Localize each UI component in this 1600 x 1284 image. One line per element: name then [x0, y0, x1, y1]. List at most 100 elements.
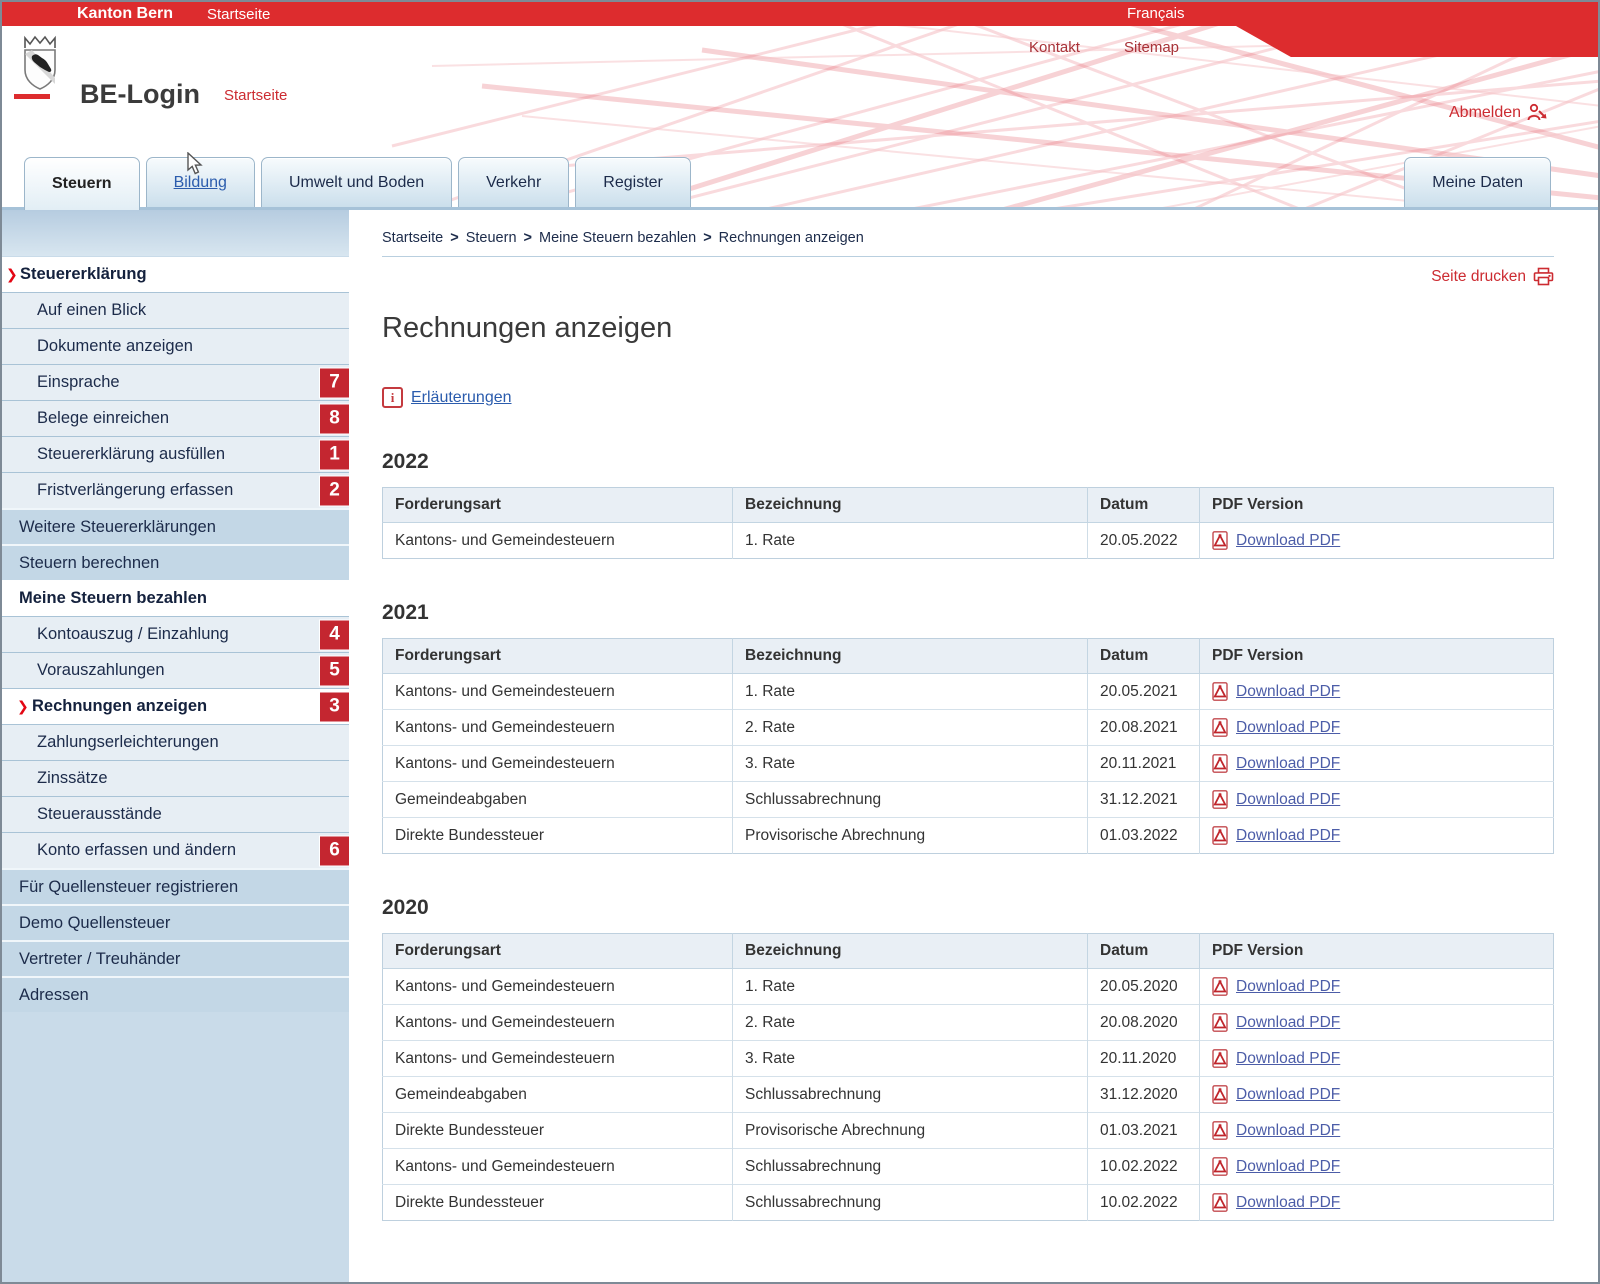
cell-forderungsart: Kantons- und Gemeindesteuern: [383, 674, 733, 710]
printer-icon[interactable]: [1533, 267, 1554, 286]
tab-umwelt-und-boden[interactable]: Umwelt und Boden: [261, 157, 452, 207]
download-pdf-link[interactable]: Download PDF: [1236, 1050, 1340, 1068]
cell-bezeichnung: Provisorische Abrechnung: [733, 818, 1088, 854]
cell-bezeichnung: Schlussabrechnung: [733, 782, 1088, 818]
sitemap-link[interactable]: Sitemap: [1124, 39, 1179, 56]
sidebar-item-vorauszahlungen[interactable]: Vorauszahlungen 5: [2, 652, 349, 688]
content-area: Startseite>Steuern>Meine Steuern bezahle…: [349, 210, 1598, 1284]
sidebar-item-label: Rechnungen anzeigen: [32, 697, 207, 716]
year-heading-2020: 2020: [382, 896, 1554, 920]
column-header-datum: Datum: [1088, 639, 1200, 674]
tab-label: Steuern: [52, 175, 112, 193]
download-pdf-link[interactable]: Download PDF: [1236, 719, 1340, 737]
breadcrumb-item-rechnungen-anzeigen: Rechnungen anzeigen: [719, 230, 864, 246]
download-pdf-link[interactable]: Download PDF: [1236, 1014, 1340, 1032]
download-pdf-link[interactable]: Download PDF: [1236, 1122, 1340, 1140]
sidebar-item-label: Belege einreichen: [37, 409, 169, 428]
tab-steuern[interactable]: Steuern: [24, 157, 140, 210]
sidebar-item-fristverl-ngerung-erfassen[interactable]: Fristverlängerung erfassen2: [2, 472, 349, 508]
sidebar-item-steuererkl-rung-ausf-llen[interactable]: Steuererklärung ausfüllen1: [2, 436, 349, 472]
table-header-row: ForderungsartBezeichnungDatumPDF Version: [383, 934, 1554, 969]
invoices-table-2022: ForderungsartBezeichnungDatumPDF Version…: [382, 487, 1554, 559]
print-row: Seite drucken: [382, 267, 1554, 286]
kontakt-link[interactable]: Kontakt: [1029, 39, 1080, 56]
header-startseite-link[interactable]: Startseite: [224, 87, 287, 104]
sidebar-item-label: Zinssätze: [37, 769, 108, 788]
language-francais-link[interactable]: Français: [1127, 5, 1185, 22]
table-row: Kantons- und Gemeindesteuern2. Rate20.08…: [383, 710, 1554, 746]
download-pdf-link[interactable]: Download PDF: [1236, 532, 1340, 550]
sidebar-item-adressen[interactable]: Adressen: [2, 976, 349, 1012]
download-pdf-link[interactable]: Download PDF: [1236, 1158, 1340, 1176]
column-header-bezeichnung: Bezeichnung: [733, 934, 1088, 969]
sidebar-item-steuererkl-rung[interactable]: ❯Steuererklärung: [2, 256, 349, 292]
cell-pdf-version: Download PDF: [1200, 782, 1554, 818]
topbar-startseite-link[interactable]: Startseite: [207, 6, 270, 23]
cell-forderungsart: Gemeindeabgaben: [383, 782, 733, 818]
sidebar-item-label: Adressen: [19, 986, 89, 1005]
sidebar-item-demo-quellensteuer[interactable]: Demo Quellensteuer: [2, 904, 349, 940]
sidebar-item-rechnungen-anzeigen[interactable]: ❯Rechnungen anzeigen3: [2, 688, 349, 724]
cell-datum: 31.12.2021: [1088, 782, 1200, 818]
download-pdf-link[interactable]: Download PDF: [1236, 978, 1340, 996]
download-pdf-link[interactable]: Download PDF: [1236, 791, 1340, 809]
cell-pdf-version: Download PDF: [1200, 523, 1554, 559]
sidebar-item-dokumente-anzeigen[interactable]: Dokumente anzeigen: [2, 328, 349, 364]
cell-pdf-version: Download PDF: [1200, 1185, 1554, 1221]
table-row: Kantons- und Gemeindesteuern2. Rate20.08…: [383, 1005, 1554, 1041]
sidebar-item-label: Dokumente anzeigen: [37, 337, 193, 356]
sidebar-item-kontoauszug-einzahlung[interactable]: Kontoauszug / Einzahlung4: [2, 616, 349, 652]
sidebar-item-konto-erfassen-und-ndern[interactable]: Konto erfassen und ändern6: [2, 832, 349, 868]
red-corner-ribbon: [1236, 26, 1600, 57]
breadcrumb-item-steuern[interactable]: Steuern: [466, 230, 517, 246]
sidebar-item-auf-einen-blick[interactable]: Auf einen Blick: [2, 292, 349, 328]
sidebar-item-f-r-quellensteuer-registrieren[interactable]: Für Quellensteuer registrieren: [2, 868, 349, 904]
invoices-table-2020: ForderungsartBezeichnungDatumPDF Version…: [382, 933, 1554, 1221]
print-page-link[interactable]: Seite drucken: [1431, 268, 1526, 286]
year-heading-2022: 2022: [382, 450, 1554, 474]
sidebar-item-steuern-berechnen[interactable]: Steuern berechnen: [2, 544, 349, 580]
pdf-file-icon: [1212, 1157, 1229, 1176]
sidebar-item-belege-einreichen[interactable]: Belege einreichen8: [2, 400, 349, 436]
download-pdf-link[interactable]: Download PDF: [1236, 755, 1340, 773]
breadcrumb: Startseite>Steuern>Meine Steuern bezahle…: [382, 230, 1554, 257]
sidebar-item-steuerausst-nde[interactable]: Steuerausstände: [2, 796, 349, 832]
sidebar-item-zinss-tze[interactable]: Zinssätze: [2, 760, 349, 796]
tab-label: Meine Daten: [1432, 174, 1523, 192]
breadcrumb-item-meine-steuern-bezahlen[interactable]: Meine Steuern bezahlen: [539, 230, 696, 246]
cell-bezeichnung: Schlussabrechnung: [733, 1185, 1088, 1221]
tab-verkehr[interactable]: Verkehr: [458, 157, 569, 207]
download-pdf-link[interactable]: Download PDF: [1236, 827, 1340, 845]
cell-bezeichnung: 3. Rate: [733, 746, 1088, 782]
breadcrumb-item-startseite[interactable]: Startseite: [382, 230, 443, 246]
kanton-bern-link[interactable]: Kanton Bern: [77, 5, 173, 23]
table-row: Direkte BundessteuerProvisorische Abrech…: [383, 1113, 1554, 1149]
main-tab-strip: SteuernBildungUmwelt und BodenVerkehrReg…: [2, 151, 1598, 210]
notification-badge: 2: [319, 475, 349, 506]
sidebar-item-weitere-steuererkl-rungen[interactable]: Weitere Steuererklärungen: [2, 508, 349, 544]
download-pdf-link[interactable]: Download PDF: [1236, 1086, 1340, 1104]
table-row: Kantons- und GemeindesteuernSchlussabrec…: [383, 1149, 1554, 1185]
sidebar-item-meine-steuern-bezahlen[interactable]: Meine Steuern bezahlen: [2, 580, 349, 616]
tab-meine-daten[interactable]: Meine Daten: [1404, 157, 1551, 207]
app-title: BE-Login: [80, 79, 200, 110]
sidebar-item-label: Vorauszahlungen: [37, 661, 165, 680]
column-header-datum: Datum: [1088, 488, 1200, 523]
tab-register[interactable]: Register: [575, 157, 691, 207]
logout-label: Abmelden: [1449, 104, 1521, 122]
table-row: Kantons- und Gemeindesteuern1. Rate20.05…: [383, 523, 1554, 559]
logout-link[interactable]: Abmelden: [1449, 103, 1548, 122]
sidebar-item-einsprache[interactable]: Einsprache7: [2, 364, 349, 400]
download-pdf-link[interactable]: Download PDF: [1236, 683, 1340, 701]
sidebar-item-vertreter-treuh-nder[interactable]: Vertreter / Treuhänder: [2, 940, 349, 976]
notification-badge: 5: [319, 655, 349, 686]
column-header-bezeichnung: Bezeichnung: [733, 488, 1088, 523]
cell-datum: 20.05.2021: [1088, 674, 1200, 710]
explanations-link[interactable]: Erläuterungen: [411, 389, 512, 407]
cell-pdf-version: Download PDF: [1200, 969, 1554, 1005]
pdf-file-icon: [1212, 1193, 1229, 1212]
logout-person-icon: [1527, 103, 1548, 122]
sidebar-item-zahlungserleichterungen[interactable]: Zahlungserleichterungen: [2, 724, 349, 760]
cell-bezeichnung: Provisorische Abrechnung: [733, 1113, 1088, 1149]
download-pdf-link[interactable]: Download PDF: [1236, 1194, 1340, 1212]
